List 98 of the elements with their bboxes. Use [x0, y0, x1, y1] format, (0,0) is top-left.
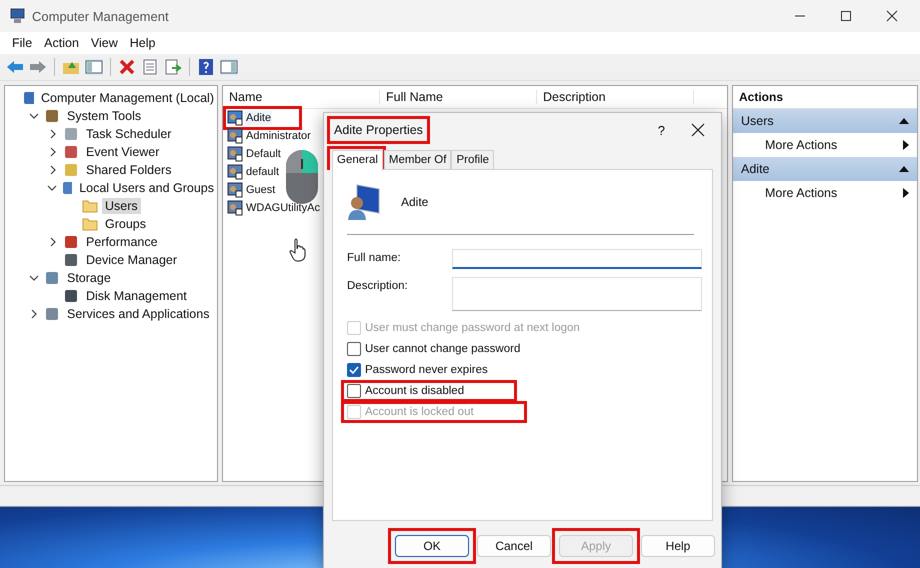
folder-icon [82, 216, 98, 232]
collapse-icon[interactable] [899, 117, 909, 125]
user-icon [227, 164, 243, 180]
properties-icon[interactable] [141, 59, 159, 75]
tree-item[interactable]: Computer Management (Local) [38, 90, 217, 106]
window-title: Computer Management [32, 8, 169, 24]
chevron-right-icon[interactable] [48, 129, 58, 139]
field-label: Full name: [347, 251, 402, 264]
node-icon [22, 90, 34, 106]
chevron-down-icon[interactable] [47, 183, 57, 193]
chevron-right-icon[interactable] [29, 309, 39, 319]
tab[interactable]: Member Of [384, 150, 452, 169]
maximize-icon[interactable] [840, 10, 852, 22]
console-tree-icon[interactable] [85, 59, 103, 75]
tab[interactable]: Profile [451, 150, 494, 169]
user-name[interactable]: Default [245, 147, 282, 161]
delete-icon[interactable] [118, 59, 136, 75]
actions-section-header[interactable]: Adite [733, 157, 917, 181]
user-name: Adite [401, 195, 428, 209]
checkbox-label: Account is locked out [365, 406, 474, 418]
column-header[interactable]: Full Name [380, 90, 537, 104]
input-field[interactable] [452, 277, 702, 311]
tree-item[interactable]: Local Users and Groups [76, 180, 217, 196]
user-icon [227, 110, 243, 126]
node-icon [63, 234, 79, 250]
chevron-down-icon[interactable] [29, 111, 39, 121]
user-account-icon [347, 183, 381, 221]
tree-item[interactable]: Storage [64, 270, 114, 286]
chevron-right-icon[interactable] [48, 165, 58, 175]
action-item[interactable]: More Actions [733, 133, 917, 157]
user-name[interactable]: Adite [245, 111, 272, 125]
user-icon [227, 146, 243, 162]
menu-item[interactable]: Action [38, 34, 85, 52]
mouse-drawing [285, 149, 319, 205]
submenu-arrow-icon[interactable] [903, 188, 909, 198]
menu-item[interactable]: View [84, 34, 124, 52]
tree-item[interactable]: Performance [83, 234, 161, 250]
node-icon [63, 162, 79, 178]
checkbox[interactable] [347, 342, 361, 356]
checkbox-label: Password never expires [365, 364, 488, 376]
close-icon[interactable] [691, 123, 705, 137]
dialog-button[interactable]: Help [641, 535, 715, 557]
hand-cursor-icon [289, 238, 307, 262]
tree-item[interactable]: Task Scheduler [83, 126, 174, 142]
forward-arrow-icon[interactable] [29, 59, 47, 75]
checkbox-label: Account is disabled [365, 385, 464, 397]
tab[interactable]: General [332, 150, 383, 171]
checkbox-label: User cannot change password [365, 343, 520, 355]
export-icon[interactable] [164, 59, 182, 75]
node-icon [63, 144, 79, 160]
node-icon [44, 270, 60, 286]
node-icon [61, 180, 72, 196]
checkbox[interactable] [347, 384, 361, 398]
node-icon [63, 126, 79, 142]
user-name[interactable]: Administrator [245, 129, 312, 143]
computer-icon [10, 8, 26, 24]
checkbox[interactable] [347, 363, 361, 377]
chevron-down-icon[interactable] [29, 273, 39, 283]
menu-item[interactable]: File [6, 34, 38, 52]
user-icon [227, 200, 243, 216]
dialog-title: Adite Properties [333, 122, 424, 139]
folder-icon [82, 198, 98, 214]
back-arrow-icon[interactable] [6, 59, 24, 75]
menu-item[interactable]: Help [124, 34, 162, 52]
node-icon [44, 108, 60, 124]
node-icon [63, 252, 79, 268]
help-button[interactable]: ? [658, 122, 665, 138]
chevron-right-icon[interactable] [48, 237, 58, 247]
user-icon [227, 128, 243, 144]
actions-section-header[interactable]: Users [733, 109, 917, 133]
tree-item[interactable]: Users [102, 198, 141, 214]
tree-item[interactable]: Services and Applications [64, 306, 212, 322]
column-header[interactable]: Name [223, 90, 380, 104]
user-icon [227, 182, 243, 198]
close-icon[interactable] [886, 10, 898, 22]
tree-item[interactable]: Event Viewer [83, 144, 162, 160]
tree-item[interactable]: Groups [102, 216, 149, 232]
tree-item[interactable]: System Tools [64, 108, 144, 124]
tree-item[interactable]: Device Manager [83, 252, 180, 268]
dialog-button[interactable]: Cancel [477, 535, 551, 557]
collapse-icon[interactable] [899, 165, 909, 173]
column-header[interactable]: Description [537, 90, 694, 104]
user-name[interactable]: default [245, 165, 280, 179]
action-pane-icon[interactable] [220, 59, 238, 75]
user-name[interactable]: Guest [245, 183, 276, 197]
chevron-right-icon[interactable] [48, 147, 58, 157]
input-field[interactable] [452, 249, 702, 269]
node-icon [63, 288, 79, 304]
dialog-button[interactable]: OK [395, 535, 469, 557]
user-name[interactable]: WDAGUtilityAc [245, 201, 321, 215]
help-icon[interactable] [197, 58, 215, 76]
field-label: Description: [347, 279, 409, 292]
tree-item[interactable]: Disk Management [83, 288, 190, 304]
submenu-arrow-icon[interactable] [903, 140, 909, 150]
node-icon [44, 306, 60, 322]
checkbox-label: User must change password at next logon [365, 322, 580, 334]
action-item[interactable]: More Actions [733, 181, 917, 205]
tree-item[interactable]: Shared Folders [83, 162, 174, 178]
